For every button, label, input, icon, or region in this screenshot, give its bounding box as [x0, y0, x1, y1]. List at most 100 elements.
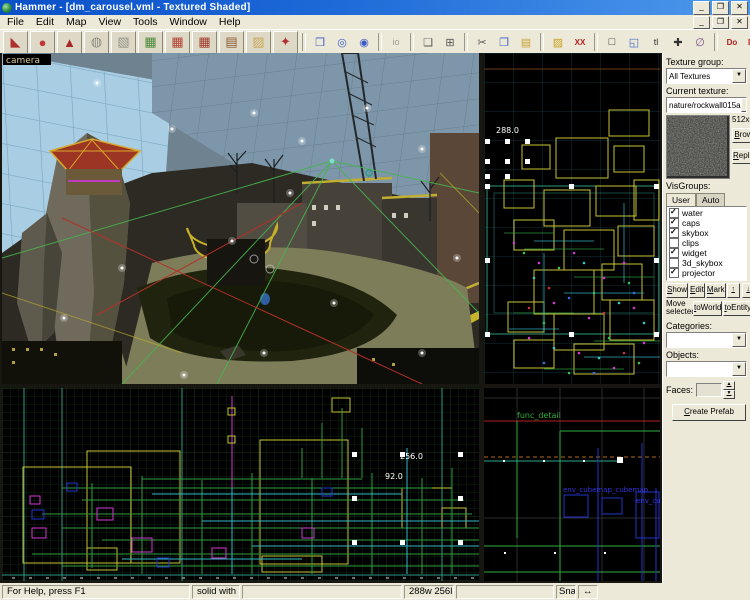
objects-label: Objects:	[666, 350, 747, 360]
tab-auto[interactable]: Auto	[696, 193, 726, 206]
create-prefab-button[interactable]: Create Prefab	[672, 404, 746, 421]
visgroup-checkbox[interactable]	[669, 228, 679, 238]
viewport-2d-side[interactable]: 256.0 92.0	[2, 388, 479, 581]
dimension-label: 288.0	[496, 126, 519, 135]
menu-tools[interactable]: Tools	[127, 16, 164, 28]
close-button[interactable]: ✕	[731, 1, 748, 15]
faces-input[interactable]	[696, 383, 722, 397]
visgroup-item[interactable]: widget	[669, 248, 746, 258]
carve-tool-icon[interactable]: ◣	[3, 31, 28, 54]
close-button[interactable]: ✕	[731, 16, 748, 29]
chevron-down-icon[interactable]: ▼	[732, 333, 746, 347]
toggle-helpers-icon[interactable]: ◉	[354, 33, 374, 52]
menu-file[interactable]: File	[1, 16, 30, 28]
env-cubemap-label: env_cubemap_cubemap	[563, 486, 649, 494]
chevron-down-icon[interactable]: ▼	[741, 98, 747, 112]
func-detail-label: func_detail	[517, 411, 561, 420]
visgroup-item[interactable]: caps	[669, 218, 746, 228]
categories-dropdown[interactable]: ▼	[666, 332, 747, 348]
ungroup-tool-icon[interactable]: ◍	[84, 31, 109, 54]
separator	[464, 33, 468, 51]
chevron-down-icon[interactable]: ▼	[732, 362, 746, 376]
texture-lock-icon[interactable]: ▨	[548, 33, 568, 52]
show-button[interactable]: Show	[666, 283, 688, 298]
env-cubemap-label-2: env_cu	[636, 497, 660, 505]
chevron-down-icon[interactable]: ▼	[732, 69, 746, 83]
menu-window[interactable]: Window	[164, 16, 213, 28]
copy-icon[interactable]: ❐	[494, 33, 514, 52]
status-selection: solid with 10 faces	[192, 585, 240, 599]
current-texture-dropdown[interactable]: nature/rockwall015a ▼	[666, 97, 747, 113]
io-icon[interactable]: io	[386, 33, 406, 52]
cut-icon[interactable]: ✂	[472, 33, 492, 52]
categories-label: Categories:	[666, 321, 747, 331]
menu-map[interactable]: Map	[60, 16, 92, 28]
toggle-group-icon[interactable]: ❒	[310, 33, 330, 52]
status-grip: ↔	[578, 585, 598, 599]
visgroup-item[interactable]: projector	[669, 268, 746, 278]
replace-button[interactable]: Replace...	[732, 149, 750, 164]
texture-scale-lock-icon[interactable]: XX	[570, 33, 590, 52]
tile-window-icon[interactable]: ⊞	[440, 33, 460, 52]
visgroup-item[interactable]: clips	[669, 238, 746, 248]
to-world-button[interactable]: toWorld	[693, 301, 722, 316]
map-workspace: camera	[0, 53, 662, 583]
hollow-tool-icon[interactable]: ●	[30, 31, 55, 54]
minimize-button[interactable]: _	[693, 16, 710, 29]
move-down-button[interactable]: ↓	[742, 283, 750, 298]
texture-application-icon[interactable]: tl	[646, 33, 666, 52]
separator	[594, 33, 598, 51]
visgroup-item[interactable]: 3d_skybox	[669, 258, 746, 268]
toggle-detail-icon[interactable]: ◎	[332, 33, 352, 52]
texture-group-dropdown[interactable]: All Textures ▼	[666, 68, 747, 84]
hide-unselected-icon[interactable]: ▤	[219, 31, 244, 54]
paste-icon[interactable]: ▤	[516, 33, 536, 52]
hide-selected-icon[interactable]: ▦	[192, 31, 217, 54]
flip-icon[interactable]: ∅	[690, 33, 710, 52]
minimize-button[interactable]: _	[693, 1, 710, 15]
viewport-3d-camera[interactable]: camera	[2, 53, 479, 384]
visgroup-checkbox[interactable]	[669, 268, 679, 278]
menu-view[interactable]: View	[92, 16, 127, 28]
tab-user[interactable]: User	[666, 193, 696, 206]
cordon-tool-icon[interactable]: ✦	[273, 31, 298, 54]
texture-size: 512x512	[732, 115, 750, 124]
selection-handle[interactable]	[617, 457, 623, 463]
tie-to-entity-icon[interactable]: ▦	[138, 31, 163, 54]
faces-label: Faces:	[666, 385, 693, 395]
status-help: For Help, press F1	[2, 585, 190, 599]
restore-button[interactable]: ❐	[712, 1, 729, 15]
edit-button[interactable]: Edit	[689, 283, 705, 298]
visgroup-item[interactable]: skybox	[669, 228, 746, 238]
display-wireframe-icon[interactable]: Dw	[744, 33, 750, 52]
wire-node	[330, 159, 335, 164]
mark-button[interactable]: Mark	[706, 283, 726, 298]
select-mode-icon[interactable]: □	[602, 33, 622, 52]
move-to-world-icon[interactable]: ▦	[165, 31, 190, 54]
browse-button[interactable]: Browse...	[732, 128, 750, 143]
separator	[378, 33, 382, 51]
group-tool-icon[interactable]: ▲	[57, 31, 82, 54]
display-objects-icon[interactable]: Do	[722, 33, 742, 52]
faces-spin-up[interactable]: ▲	[723, 381, 735, 390]
menu-edit[interactable]: Edit	[30, 16, 60, 28]
visgroup-item[interactable]: water	[669, 208, 746, 218]
cascade-window-icon[interactable]: ❏	[418, 33, 438, 52]
barrel	[260, 293, 270, 305]
viewport-2d-front[interactable]: func_detail env_cubemap_cubemap env_cu	[484, 388, 660, 581]
title-bar: Hammer - [dm_carousel.vml - Textured Sha…	[0, 0, 750, 15]
viewport-2d-top[interactable]: 288.0	[484, 53, 660, 384]
select-touching-icon[interactable]: ◱	[624, 33, 644, 52]
world-brush-icon[interactable]: ▧	[111, 31, 136, 54]
objects-dropdown[interactable]: ▼	[666, 361, 747, 377]
menu-help[interactable]: Help	[213, 16, 247, 28]
move-up-button[interactable]: ↑	[727, 283, 740, 298]
restore-button[interactable]: ❐	[712, 16, 729, 29]
faces-spin-down[interactable]: ▼	[723, 390, 735, 399]
show-hidden-icon[interactable]: ▨	[246, 31, 271, 54]
texture-preview[interactable]	[666, 115, 730, 179]
visgroup-checkbox[interactable]	[669, 248, 679, 258]
to-entity-button[interactable]: toEntity	[723, 301, 750, 316]
translate-mode-icon[interactable]: ✚	[668, 33, 688, 52]
object-bar-panel: Texture group: All Textures ▼ Current te…	[662, 53, 750, 583]
